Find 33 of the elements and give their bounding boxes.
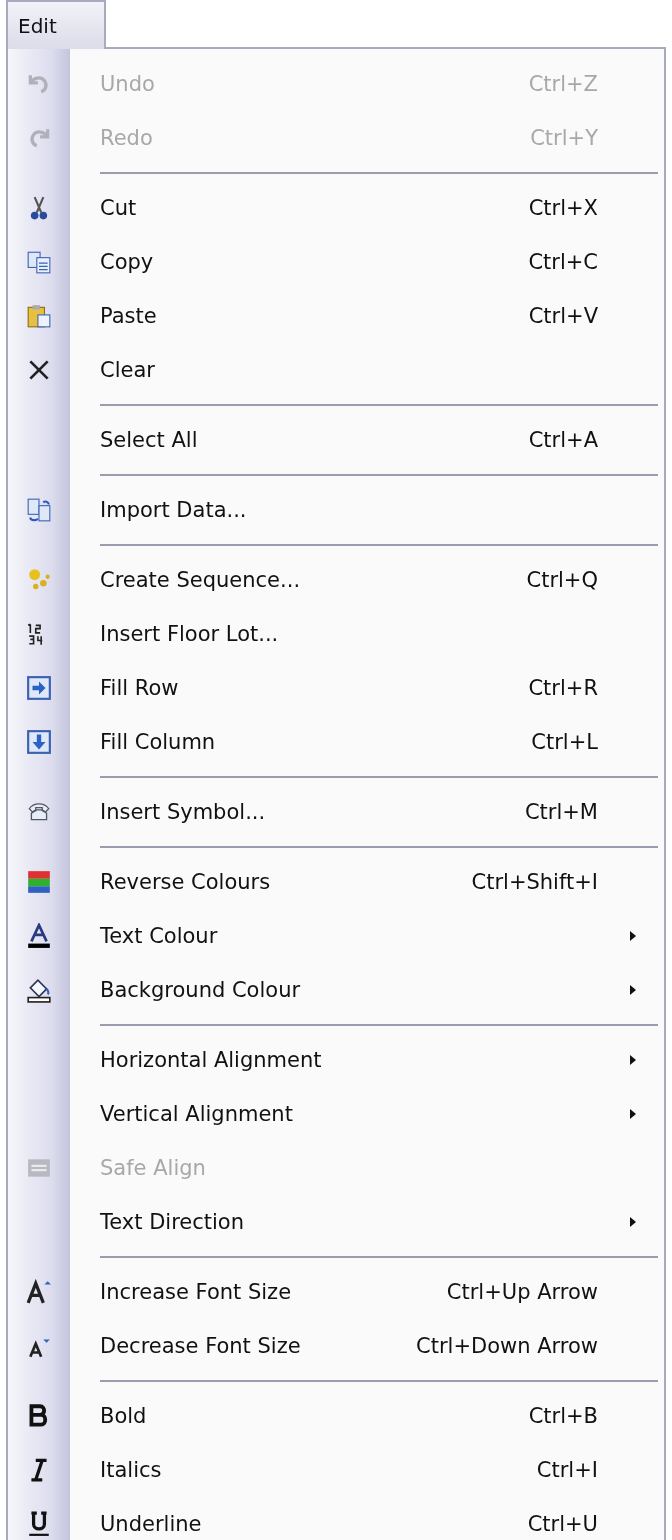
menu-item[interactable]: Import Data...	[8, 483, 664, 537]
menu-item[interactable]: Insert Floor Lot...	[8, 607, 664, 661]
font-grow-icon	[26, 1279, 52, 1305]
underline-icon	[26, 1511, 52, 1537]
menu-item[interactable]: Select All Ctrl+A	[8, 413, 664, 467]
menu-item[interactable]: Underline Ctrl+U	[8, 1497, 664, 1540]
menu-item[interactable]: Copy Ctrl+C	[8, 235, 664, 289]
menu-item[interactable]: Increase Font Size Ctrl+Up Arrow	[8, 1265, 664, 1319]
menu-item[interactable]: Reverse Colours Ctrl+Shift+I	[8, 855, 664, 909]
menu-item[interactable]: Paste Ctrl+V	[8, 289, 664, 343]
menu-item[interactable]: Cut Ctrl+X	[8, 181, 664, 235]
menu-item[interactable]: Decrease Font Size Ctrl+Down Arrow	[8, 1319, 664, 1373]
copy-icon	[26, 249, 52, 275]
menu-item[interactable]: Fill Column Ctrl+L	[8, 715, 664, 769]
paint-bucket-icon	[26, 977, 52, 1003]
menu-item[interactable]: Vertical Alignment	[8, 1087, 664, 1141]
right-arrow-box-icon	[26, 675, 52, 701]
menu-item[interactable]: Text Direction	[8, 1195, 664, 1249]
text-colour-icon	[26, 923, 52, 949]
menu-item[interactable]: Insert Symbol... Ctrl+M	[8, 785, 664, 839]
menu-item[interactable]: Italics Ctrl+I	[8, 1443, 664, 1497]
menu-item[interactable]: Text Colour	[8, 909, 664, 963]
menu-item[interactable]: Bold Ctrl+B	[8, 1389, 664, 1443]
down-arrow-box-icon	[26, 729, 52, 755]
import-icon	[26, 497, 52, 523]
menu-item[interactable]: Create Sequence... Ctrl+Q	[8, 553, 664, 607]
menu-item[interactable]: Fill Row Ctrl+R	[8, 661, 664, 715]
clipboard-icon	[26, 303, 52, 329]
menu-item[interactable]: Clear	[8, 343, 664, 397]
colour-bars-icon	[26, 869, 52, 895]
menu-item[interactable]: Background Colour	[8, 963, 664, 1017]
menu-item[interactable]: Horizontal Alignment	[8, 1033, 664, 1087]
menu-tab[interactable]: Edit	[6, 0, 106, 49]
